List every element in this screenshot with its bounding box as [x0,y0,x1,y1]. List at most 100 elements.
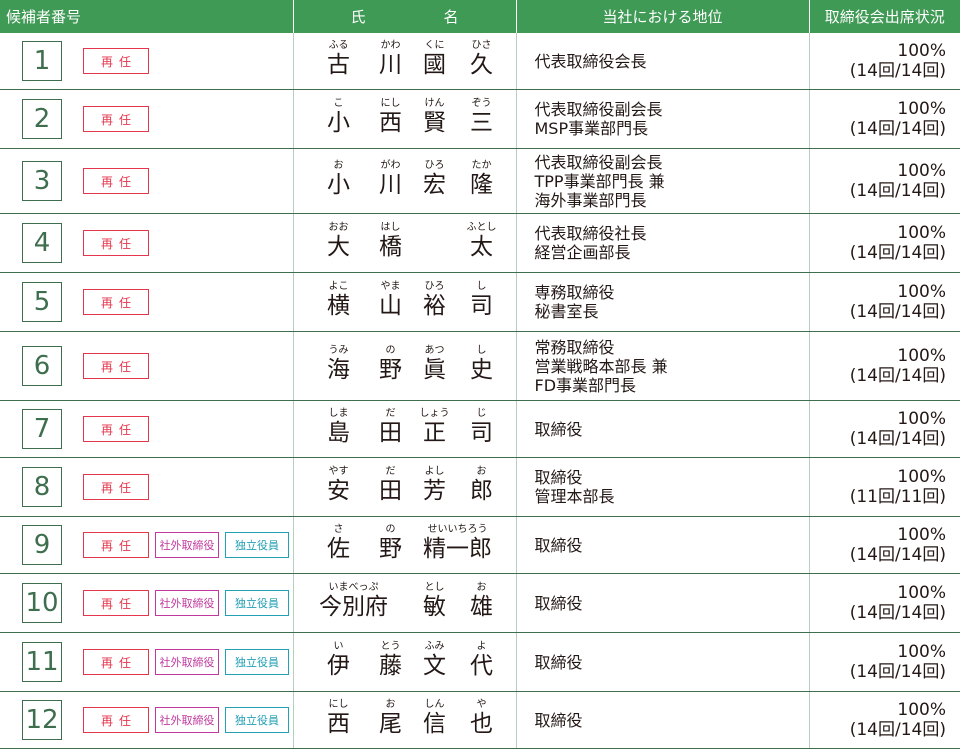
name-kanji: 田 [379,420,402,446]
attendance-cell: 100% (14回/14回) [809,89,960,149]
attendance-rate: 100% [897,700,946,720]
position-cell: 専務取締役 秘書室長 [516,272,810,332]
candidate-number: 12 [22,700,62,740]
furigana: よこ [328,281,349,292]
name-part: し司 [470,280,493,320]
position-line: 取締役 [534,593,583,613]
name-kanji: 司 [470,293,493,319]
name-part: がわ川 [379,159,402,199]
name-part: ひろ裕 [423,280,446,320]
attendance-count: (14回/14回) [849,61,946,81]
furigana: いまべっぷ [328,582,379,593]
candidate-no-cell: 2 再任 [0,89,294,149]
furigana: ふとし [466,222,497,233]
candidate-name-cell: こ小にし西けん賢ぞう三 [293,89,517,149]
position-cell: 代表取締役副会長 MSP事業部門長 [516,89,810,149]
furigana: やま [380,281,401,292]
candidate-number: 10 [22,583,62,623]
candidate-name-cell: おお大 はし橋 ふとし太 [293,213,517,273]
name-part: よこ横 [327,280,350,320]
furigana: ひさ [471,40,492,51]
attendance-rate: 100% [897,41,946,61]
table-row: 10 再任 社外取締役 独立役員 いまべっぷ 今別府 とし敏お雄取締役 100% (14回/14… [0,573,960,633]
header-position: 当社における地位 [516,0,810,33]
candidate-name-cell: い伊とう藤ふみ文よ代 [293,632,517,692]
name-kanji: 藤 [379,653,402,679]
attendance-count: (14回/14回) [849,603,946,623]
position-cell: 取締役 管理本部長 [516,457,810,517]
name-kanji: 賢 [423,110,446,136]
independent-officer-badge: 独立役員 [225,590,289,616]
furigana: にし [380,98,401,109]
name-kanji: 精一郎 [423,536,492,562]
name-part: とう藤 [379,640,402,680]
furigana: おお [328,222,349,233]
furigana: ひろ [424,281,445,292]
position-line: 代表取締役社長 [534,224,647,243]
candidate-number: 7 [22,409,62,449]
furigana: やす [328,466,349,477]
name-part: だ田 [379,465,402,505]
name-part: あつ眞 [423,344,446,384]
attendance-rate: 100% [897,525,946,545]
name-kanji: 西 [327,711,350,737]
name-part: の野 [379,523,402,563]
outside-director-badge: 社外取締役 [155,590,219,616]
name-kanji: 小 [327,110,350,136]
reappoint-badge: 再任 [83,707,149,733]
name-kanji: 野 [379,357,402,383]
name-part: くに國 [423,39,446,79]
name-kanji: 野 [379,536,402,562]
position-line: 代表取締役会長 [534,51,647,71]
name-kanji: 芳 [423,478,446,504]
candidate-no-cell: 4 再任 [0,213,294,273]
position-line: TPP事業部門長 兼 [534,171,665,191]
reappoint-badge: 再任 [83,353,149,379]
name-kanji: 雄 [470,594,493,620]
candidate-no-cell: 9 再任 社外取締役 独立役員 [0,516,294,574]
outside-director-badge: 社外取締役 [155,707,219,733]
badge-group: 再任 [83,230,149,256]
position-line: 海外事業部門長 [534,190,647,210]
furigana: お [333,160,344,171]
table-header-row: 候補者番号 氏名 当社における地位 取締役会出席状況 [0,0,960,33]
attendance-count: (14回/14回) [849,662,946,682]
badge-group: 再任 [83,353,149,379]
name-part: お尾 [379,698,402,738]
attendance-cell: 100% (14回/14回) [809,691,960,749]
name-part: ふとし太 [467,221,497,261]
position-line: 取締役 [534,710,583,730]
name-kanji: 司 [470,420,493,446]
attendance-cell: 100% (11回/11回) [809,457,960,517]
furigana: とし [424,582,445,593]
furigana: よ [476,641,487,652]
reappoint-badge: 再任 [83,474,149,500]
name-kanji: 久 [470,52,493,78]
name-kanji: 横 [327,293,350,319]
candidate-no-cell: 11 再任 社外取締役 独立役員 [0,632,294,692]
name-part: しま島 [327,407,350,447]
name-part: お雄 [470,581,493,621]
name-kanji: 史 [470,357,493,383]
table-row: 3 再任お小がわ川ひろ宏たか隆代表取締役副会長 TPP事業部門長 兼海外事業部門長 1… [0,148,960,214]
name-part: やす安 [327,465,350,505]
table-row: 5 再任 よこ横やま山ひろ裕し司専務取締役 秘書室長 100% (14回/14回) [0,272,960,332]
name-part: お郎 [470,465,493,505]
name-kanji: 宏 [423,172,446,198]
candidate-no-cell: 10 再任 社外取締役 独立役員 [0,573,294,633]
candidate-number: 11 [22,642,62,682]
name-kanji: 伊 [327,653,350,679]
position-line: 代表取締役副会長 [534,100,663,119]
position-line: 秘書室長 [534,302,599,321]
candidate-number: 1 [22,41,62,81]
name-kanji: 太 [470,234,493,260]
attendance-count: (14回/14回) [849,302,946,322]
badge-group: 再任 [83,106,149,132]
furigana: しょう [419,408,450,419]
furigana: い [333,641,344,652]
attendance-cell: 100% (14回/14回) [809,516,960,574]
furigana: たか [471,160,492,171]
candidate-no-cell: 5 再任 [0,272,294,332]
position-cell: 常務取締役 営業戦略本部長 兼 FD事業部門長 [516,331,810,401]
name-part: いまべっぷ 今別府 [319,581,388,621]
